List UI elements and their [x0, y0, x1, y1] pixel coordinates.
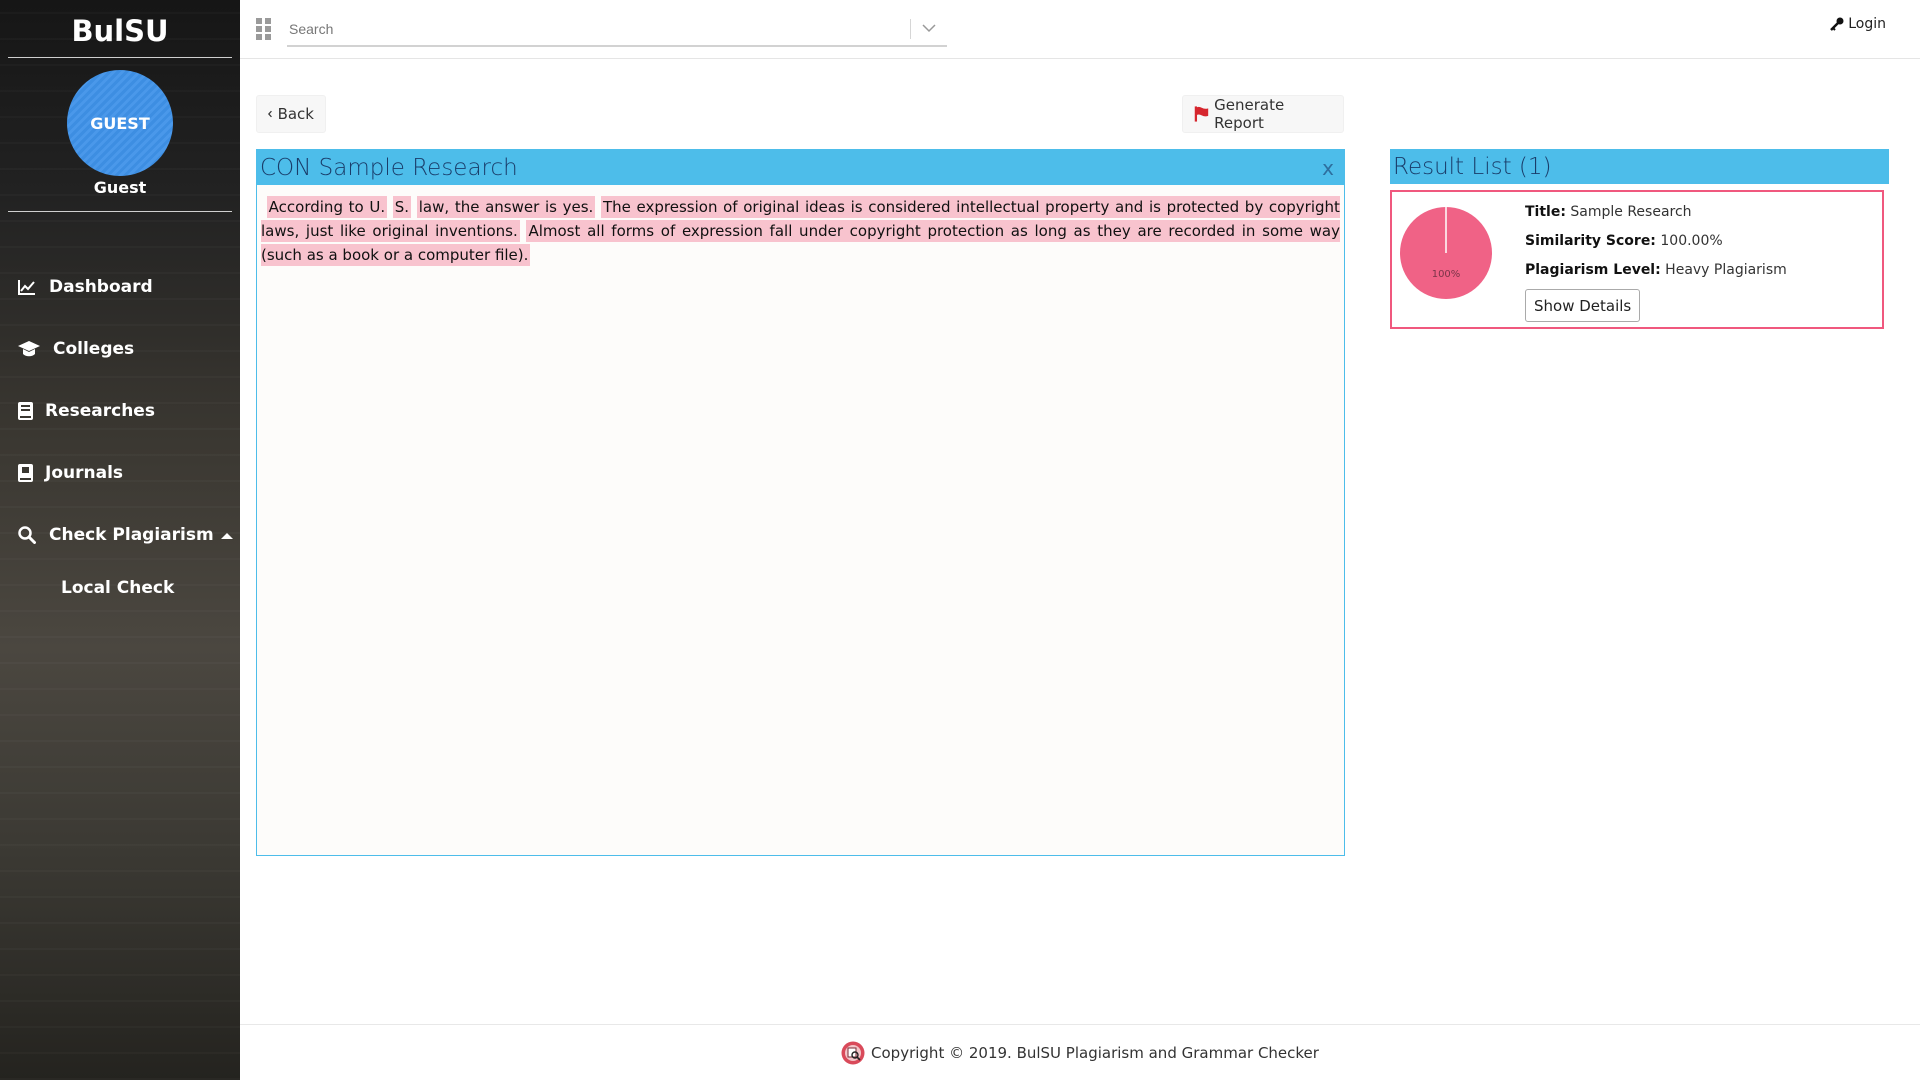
close-button[interactable]: x: [1316, 156, 1340, 180]
similarity-score: 100.00%: [1660, 233, 1723, 249]
apps-grid-icon[interactable]: [256, 18, 272, 40]
login-label: Login: [1848, 16, 1886, 32]
similarity-score-label: Similarity Score:: [1525, 233, 1656, 249]
title-label: Title:: [1525, 204, 1566, 220]
sidebar-item-check-plagiarism[interactable]: Check Plagiarism: [17, 521, 233, 549]
generate-report-button[interactable]: Generate Report: [1182, 95, 1344, 133]
user-name: Guest: [8, 178, 232, 212]
result-title: Sample Research: [1570, 204, 1692, 220]
search-icon: [17, 525, 37, 545]
book-icon: [17, 401, 33, 421]
result-list-header: Result List (1): [1390, 149, 1889, 184]
checker-logo-icon: [841, 1041, 865, 1064]
document-panel-header: CON Sample Research x: [257, 150, 1344, 185]
highlighted-segment[interactable]: law, the answer is yes.: [416, 196, 596, 218]
pie-label: 100%: [1432, 269, 1461, 280]
journal-icon: [17, 463, 33, 483]
avatar: GUEST: [67, 70, 173, 176]
chevron-left-icon: [268, 110, 272, 118]
sidebar-item-label: Colleges: [53, 339, 135, 359]
sidebar-item-researches[interactable]: Researches: [17, 397, 155, 425]
flag-icon: [1194, 106, 1209, 122]
sidebar-item-label: Check Plagiarism: [49, 525, 214, 545]
generate-report-label: Generate Report: [1214, 96, 1285, 132]
sidebar-item-dashboard[interactable]: Dashboard: [17, 273, 153, 301]
document-panel: CON Sample Research x According to U. S.…: [256, 149, 1345, 856]
result-info: Title: Sample Research Similarity Score:…: [1525, 199, 1787, 286]
search-input[interactable]: [287, 13, 910, 44]
chart-line-icon: [17, 277, 37, 297]
sidebar-item-journals[interactable]: Journals: [17, 459, 123, 487]
sidebar-item-colleges[interactable]: Colleges: [17, 335, 134, 363]
sidebar: BulSU GUEST Guest Dashboard Colleges Res…: [0, 0, 240, 1080]
key-icon: [1830, 17, 1844, 31]
copyright-text: Copyright © 2019. BulSU Plagiarism and G…: [871, 1043, 1319, 1062]
sidebar-item-label: Researches: [45, 401, 155, 421]
graduation-cap-icon: [17, 339, 41, 359]
footer: Copyright © 2019. BulSU Plagiarism and G…: [240, 1024, 1920, 1080]
plagiarism-level-label: Plagiarism Level:: [1525, 262, 1661, 278]
document-title: CON Sample Research: [260, 154, 518, 181]
brand-title[interactable]: BulSU: [8, 0, 232, 58]
caret-up-icon: [220, 525, 233, 545]
sidebar-item-label: Journals: [45, 463, 124, 483]
chevron-down-icon[interactable]: [911, 14, 947, 44]
result-card: 100% Title: Sample Research Similarity S…: [1390, 190, 1884, 329]
top-bar: Login: [240, 0, 1920, 59]
avatar-text: GUEST: [90, 113, 150, 133]
back-label: Back: [277, 105, 314, 123]
result-list-panel: Result List (1) 100% Title: Sample Resea…: [1390, 149, 1889, 329]
document-text: According to U. S. law, the answer is ye…: [257, 185, 1344, 277]
result-list-title: Result List (1): [1393, 153, 1552, 180]
similarity-pie-chart: 100%: [1400, 207, 1492, 299]
login-link[interactable]: Login: [1830, 16, 1886, 32]
sidebar-item-label: Dashboard: [49, 277, 153, 297]
plagiarism-level: Heavy Plagiarism: [1665, 262, 1787, 278]
highlighted-segment[interactable]: S.: [392, 196, 412, 218]
back-button[interactable]: Back: [256, 95, 326, 133]
show-details-button[interactable]: Show Details: [1525, 289, 1641, 322]
highlighted-segment[interactable]: According to U.: [266, 196, 388, 218]
sidebar-subitem-local-check[interactable]: Local Check: [61, 578, 174, 598]
search-box: [287, 12, 947, 47]
